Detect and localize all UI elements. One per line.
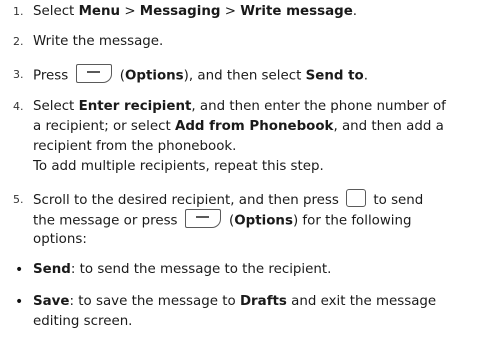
step-number: 2. xyxy=(13,35,24,48)
add-from-phonebook-term: Add from Phonebook xyxy=(174,119,334,134)
step-number: 5. xyxy=(13,193,24,206)
drafts-term: Drafts xyxy=(239,294,287,309)
enter-recipient-term: Enter recipient xyxy=(78,99,192,114)
option-text: Send: to send the message to the recipie… xyxy=(33,262,332,277)
step-number: 1. xyxy=(13,5,24,18)
options-softkey-icon xyxy=(75,64,112,83)
step-text-line-3: options: xyxy=(33,232,87,247)
options-softkey-icon xyxy=(184,209,221,228)
write-message-term: Write message xyxy=(240,4,353,19)
send-term: Send xyxy=(33,262,71,277)
confirm-softkey-icon xyxy=(346,189,367,207)
step-text-line-4: To add multiple recipients, repeat this … xyxy=(33,159,324,174)
step-text: Press (Options), and then select Send to… xyxy=(33,64,368,86)
step-text-line-2: a recipient; or select Add from Phoneboo… xyxy=(33,119,444,134)
step-text: Select Menu > Messaging > Write message. xyxy=(33,4,358,19)
option-text-line-2: editing screen. xyxy=(33,314,133,329)
options-term: Options xyxy=(124,68,184,84)
option-text-line-1: Save: to save the message to Drafts and … xyxy=(33,294,437,309)
save-term: Save xyxy=(33,294,70,309)
step-number: 4. xyxy=(13,100,24,113)
step-number: 3. xyxy=(13,68,24,81)
bullet-marker: • xyxy=(15,262,24,278)
step-text-line-2: the message or press (Options) for the f… xyxy=(33,209,412,231)
bullet-marker: • xyxy=(15,294,24,310)
menu-term: Menu xyxy=(78,4,121,19)
messaging-term: Messaging xyxy=(139,4,221,19)
step-text-line-3: recipient from the phonebook. xyxy=(33,139,237,154)
send-to-term: Send to xyxy=(305,68,364,84)
step-text-line-1: Select Enter recipient, and then enter t… xyxy=(33,99,446,114)
step-text: Write the message. xyxy=(33,34,164,49)
step-text-line-1: Scroll to the desired recipient, and the… xyxy=(33,189,423,210)
options-term: Options xyxy=(234,213,293,229)
